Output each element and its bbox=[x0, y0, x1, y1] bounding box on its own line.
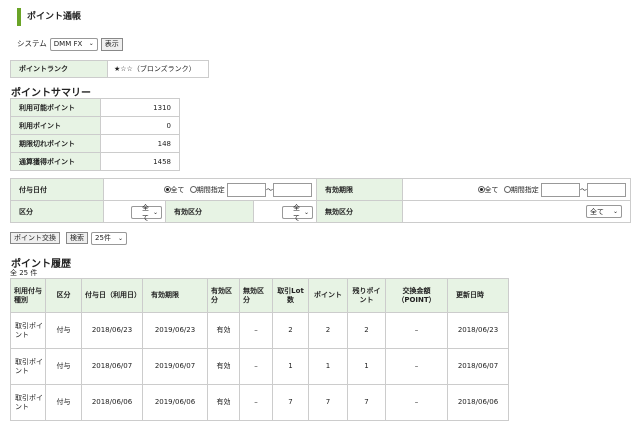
summary-label: 期限切れポイント bbox=[10, 134, 101, 153]
summary-value: 0 bbox=[100, 116, 180, 135]
summary-table: 利用可能ポイント 1310 利用ポイント 0 期限切れポイント 148 通算獲得ポイン… bbox=[10, 98, 180, 171]
expiry-to-input[interactable] bbox=[587, 182, 626, 197]
chevron-down-icon: ⌄ bbox=[612, 208, 618, 215]
summary-value: 1310 bbox=[100, 98, 180, 117]
system-selector-row: システム DMM FX ⌄ 表示 bbox=[17, 37, 123, 51]
summary-title: ポイントサマリー bbox=[11, 88, 91, 99]
col-grant-date: 付与日（利用日） bbox=[81, 278, 143, 313]
chevron-down-icon: ⌄ bbox=[117, 234, 123, 242]
system-select[interactable]: DMM FX ⌄ bbox=[49, 37, 98, 51]
category-select[interactable]: 全て ⌄ bbox=[131, 204, 162, 222]
summary-value: 1458 bbox=[100, 152, 180, 171]
col-remaining: 残りポイント bbox=[347, 278, 386, 313]
grant-range-radio[interactable] bbox=[189, 185, 197, 193]
table-row: 取引ポイント 付与 2018/06/07 2019/06/07 有効 – 1 1… bbox=[10, 348, 509, 385]
col-updated: 更新日時 bbox=[447, 278, 509, 313]
summary-label: 利用ポイント bbox=[10, 116, 101, 135]
col-expiry: 有効期限 bbox=[142, 278, 208, 313]
invalid-category-label: 無効区分 bbox=[316, 200, 403, 223]
col-category: 区分 bbox=[45, 278, 82, 313]
col-lot: 取引Lot数 bbox=[272, 278, 309, 313]
chevron-down-icon: ⌄ bbox=[152, 209, 158, 217]
rank-value: ★☆☆（ブロンズランク） bbox=[107, 60, 209, 78]
chevron-down-icon: ⌄ bbox=[88, 40, 94, 47]
grant-date-filter: 全て 期間指定 〜 bbox=[103, 178, 317, 201]
table-row: 取引ポイント 付与 2018/06/23 2019/06/23 有効 – 2 2… bbox=[10, 312, 509, 349]
summary-value: 148 bbox=[100, 134, 180, 153]
expiry-label: 有効期限 bbox=[316, 178, 403, 201]
summary-label: 利用可能ポイント bbox=[10, 98, 101, 117]
search-button[interactable]: 検索 bbox=[66, 232, 88, 244]
rank-table: ポイントランク ★☆☆（ブロンズランク） bbox=[10, 60, 209, 78]
col-invalid: 無効区分 bbox=[239, 278, 273, 313]
grant-to-input[interactable] bbox=[273, 182, 312, 197]
action-row: ポイント交換 検索 25件 ⌄ bbox=[10, 231, 127, 245]
valid-category-label: 有効区分 bbox=[165, 200, 254, 223]
col-exchange: 交換金額（POINT） bbox=[385, 278, 448, 313]
expiry-range-radio[interactable] bbox=[503, 185, 511, 193]
history-header-row: 利用付与種別 区分 付与日（利用日） 有効期限 有効区分 無効区分 取引Lot数… bbox=[10, 278, 509, 313]
expiry-all-radio[interactable] bbox=[477, 185, 485, 193]
col-points: ポイント bbox=[308, 278, 348, 313]
show-button[interactable]: 表示 bbox=[100, 37, 123, 51]
expiry-filter: 全て 期間指定 〜 bbox=[402, 178, 631, 201]
valid-category-select[interactable]: 全て ⌄ bbox=[282, 204, 313, 222]
grant-date-label: 付与日付 bbox=[10, 178, 104, 201]
table-row: 取引ポイント 付与 2018/06/06 2019/06/06 有効 – 7 7… bbox=[10, 384, 509, 421]
grant-all-radio[interactable] bbox=[163, 185, 171, 193]
chevron-down-icon: ⌄ bbox=[303, 209, 309, 217]
page-title: ポイント通帳 bbox=[17, 8, 81, 26]
col-type: 利用付与種別 bbox=[10, 278, 46, 313]
grant-from-input[interactable] bbox=[227, 182, 266, 197]
system-label: システム bbox=[17, 39, 47, 48]
expiry-from-input[interactable] bbox=[541, 182, 580, 197]
rank-label: ポイントランク bbox=[10, 60, 108, 78]
filter-table: 付与日付 全て 期間指定 〜 有効期限 全て 期間指定 〜 区分 全て ⌄ 有効区… bbox=[10, 178, 631, 223]
summary-label: 通算獲得ポイント bbox=[10, 152, 101, 171]
point-exchange-button[interactable]: ポイント交換 bbox=[10, 232, 60, 244]
col-valid: 有効区分 bbox=[207, 278, 240, 313]
per-page-select[interactable]: 25件 ⌄ bbox=[91, 231, 127, 245]
history-table: 利用付与種別 区分 付与日（利用日） 有効期限 有効区分 無効区分 取引Lot数… bbox=[10, 278, 509, 421]
invalid-category-select[interactable]: 全て ⌄ bbox=[586, 205, 622, 218]
category-label: 区分 bbox=[10, 200, 104, 223]
history-count: 全 25 件 bbox=[10, 269, 38, 277]
